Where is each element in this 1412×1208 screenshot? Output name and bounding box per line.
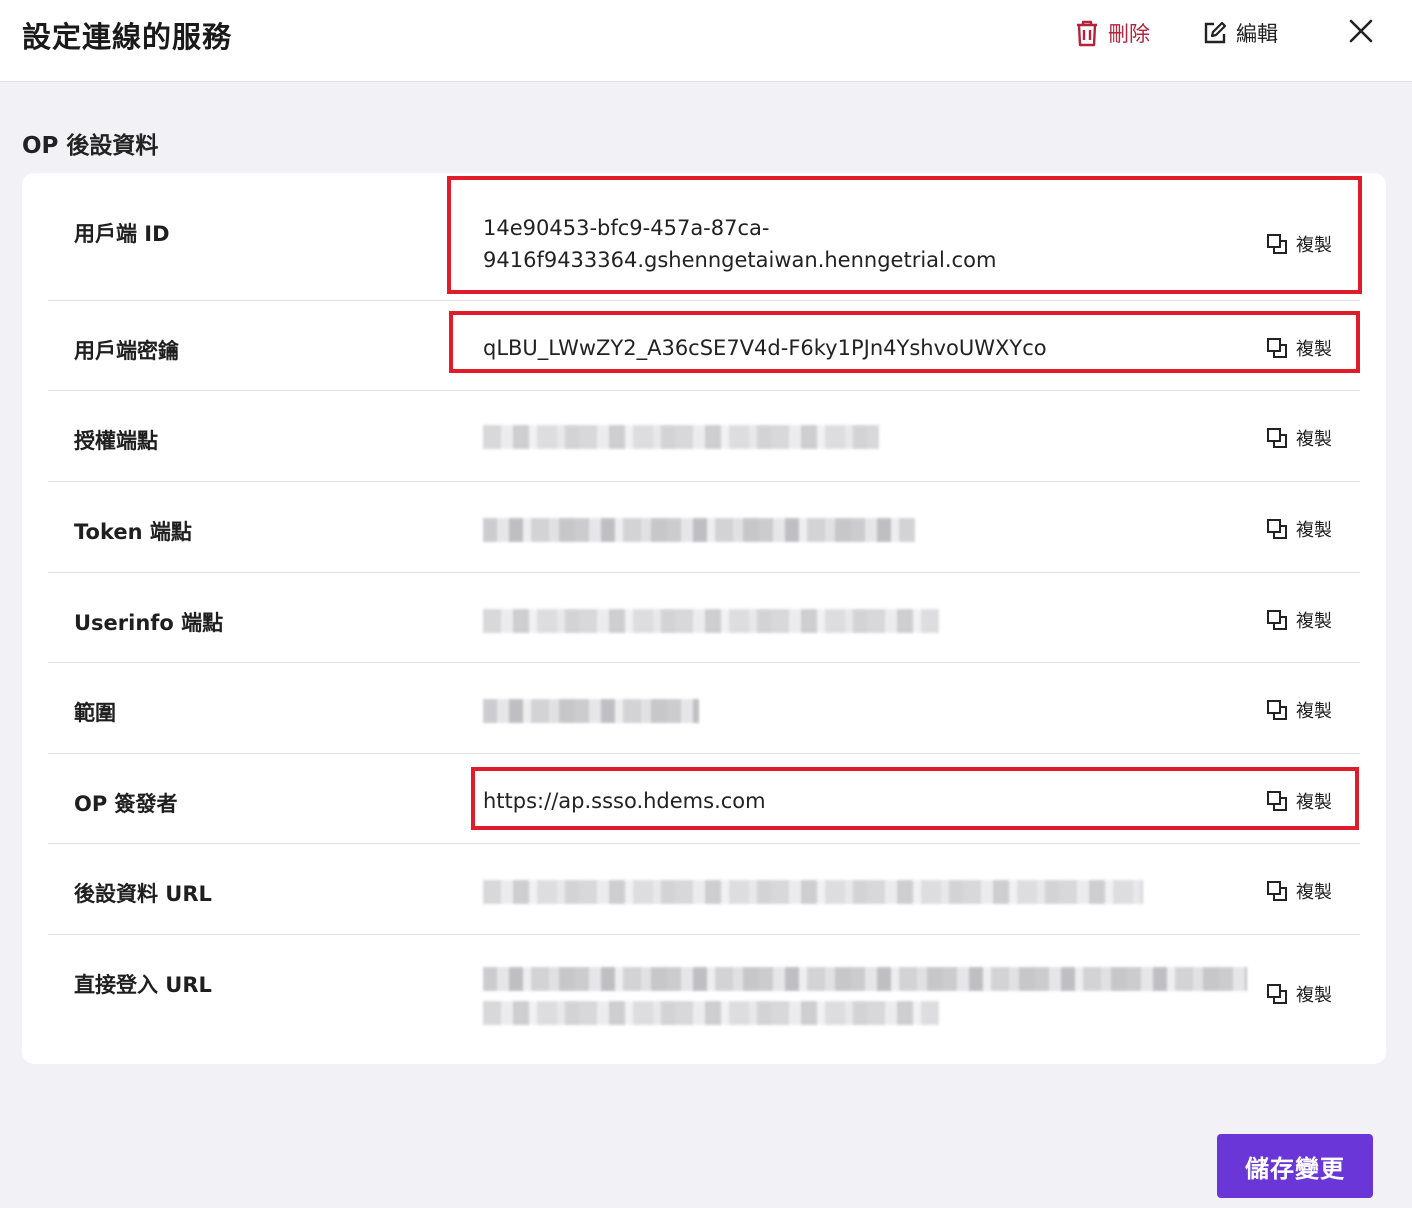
client-id-value: 14e90453-bfc9-457a-87ca- 9416f9433364.gs… (483, 212, 1263, 276)
copy-icon (1267, 984, 1287, 1004)
close-icon (1349, 19, 1373, 43)
client-secret-row: 用戶端密鑰 qLBU_LWwZY2_A36cSE7V4d-F6ky1PJn4Ys… (48, 301, 1360, 391)
copy-icon (1267, 428, 1287, 448)
redacted-value (483, 518, 915, 542)
copy-icon (1267, 700, 1287, 720)
row-label: Userinfo 端點 (74, 611, 224, 635)
row-label: 範圍 (74, 701, 116, 725)
copy-button[interactable]: 複製 (1266, 981, 1332, 1007)
client-id-row: 用戶端 ID 14e90453-bfc9-457a-87ca- 9416f943… (48, 173, 1360, 301)
client-secret-value: qLBU_LWwZY2_A36cSE7V4d-F6ky1PJn4YshvoUWX… (483, 336, 1047, 360)
copy-button[interactable]: 複製 (1266, 425, 1332, 451)
edit-icon (1204, 21, 1227, 44)
copy-button[interactable]: 複製 (1266, 878, 1332, 904)
copy-label: 複製 (1296, 792, 1332, 813)
row-label: 授權端點 (74, 429, 158, 453)
authorization-endpoint-row: 授權端點 複製 (48, 391, 1360, 482)
copy-icon (1267, 791, 1287, 811)
copy-icon (1267, 234, 1287, 254)
copy-label: 複製 (1296, 611, 1332, 632)
redacted-value (483, 967, 1247, 991)
row-label: Token 端點 (74, 520, 192, 544)
copy-label: 複製 (1296, 339, 1332, 360)
copy-icon (1267, 338, 1287, 358)
copy-icon (1267, 610, 1287, 630)
section-title: OP 後設資料 (22, 133, 159, 159)
copy-icon (1267, 519, 1287, 539)
row-label: 直接登入 URL (74, 973, 212, 997)
client-id-line-1: 14e90453-bfc9-457a-87ca- (483, 216, 770, 240)
copy-button[interactable]: 複製 (1266, 607, 1332, 633)
copy-button[interactable]: 複製 (1266, 516, 1332, 542)
redacted-value (483, 1001, 939, 1025)
copy-label: 複製 (1296, 235, 1332, 256)
save-changes-button[interactable]: 儲存變更 (1217, 1134, 1373, 1198)
delete-label: 刪除 (1108, 22, 1150, 46)
row-label: OP 簽發者 (74, 792, 178, 816)
token-endpoint-row: Token 端點 複製 (48, 482, 1360, 573)
op-issuer-row: OP 簽發者 https://ap.ssso.hdems.com 複製 (48, 754, 1360, 844)
redacted-value (483, 425, 879, 449)
edit-button[interactable]: 編輯 (1202, 16, 1278, 50)
edit-label: 編輯 (1236, 22, 1278, 46)
op-issuer-value: https://ap.ssso.hdems.com (483, 789, 766, 813)
copy-button[interactable]: 複製 (1266, 697, 1332, 723)
scope-row: 範圍 複製 (48, 663, 1360, 754)
copy-label: 複製 (1296, 882, 1332, 903)
copy-icon (1267, 881, 1287, 901)
copy-label: 複製 (1296, 429, 1332, 450)
direct-login-url-row: 直接登入 URL 複製 (48, 935, 1360, 1064)
close-button[interactable] (1344, 14, 1378, 48)
row-label: 後設資料 URL (74, 882, 212, 906)
copy-label: 複製 (1296, 985, 1332, 1006)
row-label: 用戶端 ID (74, 222, 170, 246)
copy-button[interactable]: 複製 (1266, 231, 1332, 257)
copy-label: 複製 (1296, 701, 1332, 722)
metadata-card: 用戶端 ID 14e90453-bfc9-457a-87ca- 9416f943… (22, 173, 1386, 1064)
copy-button[interactable]: 複製 (1266, 788, 1332, 814)
dialog-header: 設定連線的服務 刪除 編輯 (0, 0, 1412, 82)
redacted-value (483, 880, 1143, 904)
copy-button[interactable]: 複製 (1266, 335, 1332, 361)
client-id-line-2: 9416f9433364.gshenngetaiwan.henngetrial.… (483, 248, 997, 272)
row-label: 用戶端密鑰 (74, 339, 179, 363)
metadata-url-row: 後設資料 URL 複製 (48, 844, 1360, 935)
copy-label: 複製 (1296, 520, 1332, 541)
trash-icon (1077, 20, 1097, 47)
dialog-title: 設定連線的服務 (22, 20, 233, 54)
redacted-value (483, 609, 939, 633)
userinfo-endpoint-row: Userinfo 端點 複製 (48, 573, 1360, 663)
redacted-value (483, 699, 699, 723)
delete-button[interactable]: 刪除 (1074, 16, 1150, 50)
